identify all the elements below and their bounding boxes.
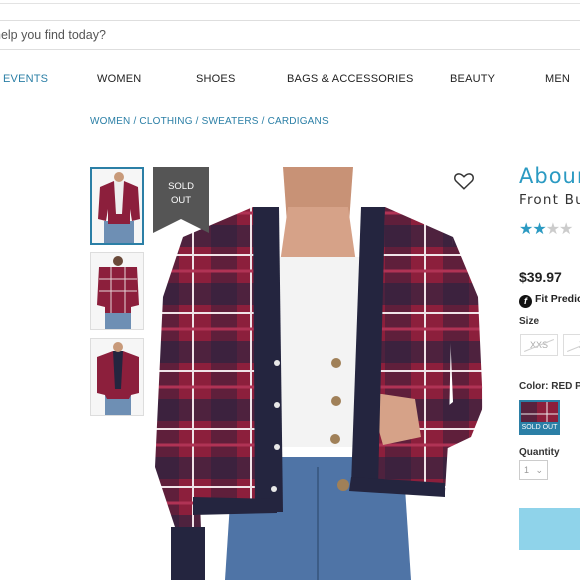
breadcrumb-women[interactable]: WOMEN xyxy=(90,116,130,127)
star-icon: ★ xyxy=(519,221,533,238)
thumbnail-3[interactable] xyxy=(90,338,144,416)
star-icon: ★ xyxy=(532,221,546,238)
thumbnail-image xyxy=(91,339,143,415)
swatch-sold-out-label: SOLD OUT xyxy=(521,422,558,433)
heart-icon xyxy=(454,173,474,190)
sold-out-tag: SOLD OUT xyxy=(153,167,209,233)
breadcrumb-separator: / xyxy=(261,116,265,127)
color-label: Color: RED P xyxy=(519,381,580,392)
nav-item-women[interactable]: WOMEN xyxy=(97,73,141,85)
breadcrumb: WOMEN / CLOTHING / SWEATERS / CARDIGANS xyxy=(90,116,329,127)
thumbnail-1[interactable] xyxy=(90,167,144,245)
star-icon: ★ xyxy=(559,221,573,238)
size-option-xs[interactable]: X xyxy=(563,334,580,356)
fit-predictor-link[interactable]: f Fit Predic xyxy=(519,293,580,308)
breadcrumb-sweaters[interactable]: SWEATERS xyxy=(202,116,259,127)
favorite-heart-icon[interactable] xyxy=(453,170,475,192)
product-price: $39.97 xyxy=(519,269,562,285)
product-title: Abour xyxy=(519,164,580,188)
quantity-label: Quantity xyxy=(519,447,560,458)
breadcrumb-separator: / xyxy=(133,116,137,127)
thumbnail-image xyxy=(92,169,142,243)
nav-item-bags-accessories[interactable]: BAGS & ACCESSORIES xyxy=(287,73,413,85)
quantity-select[interactable]: 1 ⌄ xyxy=(519,460,548,480)
rating-stars[interactable]: ★★★★ xyxy=(519,219,573,239)
nav-item-men[interactable]: MEN xyxy=(545,73,570,85)
size-option-xxs[interactable]: XXS xyxy=(520,334,558,356)
product-page: help you find today? EVENTS WOMEN SHOES … xyxy=(0,0,580,580)
size-label: Size xyxy=(519,316,540,327)
star-icon: ★ xyxy=(545,221,560,238)
add-to-bag-button[interactable] xyxy=(519,508,580,550)
nav-item-events[interactable]: EVENTS xyxy=(3,73,48,85)
sold-out-line1: SOLD xyxy=(168,181,194,192)
breadcrumb-separator: / xyxy=(195,116,199,127)
sold-out-line2: OUT xyxy=(171,195,191,206)
thumbnail-image xyxy=(91,253,143,329)
quantity-value: 1 xyxy=(524,465,530,475)
fit-predictor-icon: f xyxy=(519,295,532,308)
breadcrumb-clothing[interactable]: CLOTHING xyxy=(139,116,192,127)
chevron-down-icon: ⌄ xyxy=(535,465,544,475)
color-swatch-red-plaid[interactable]: SOLD OUT xyxy=(519,400,560,435)
fit-predictor-label: Fit Predic xyxy=(535,293,580,305)
breadcrumb-cardigans[interactable]: CARDIGANS xyxy=(268,116,329,127)
nav-item-beauty[interactable]: BEAUTY xyxy=(450,73,495,85)
top-bar xyxy=(0,0,580,4)
search-placeholder: help you find today? xyxy=(0,28,106,42)
main-nav: EVENTS WOMEN SHOES BAGS & ACCESSORIES BE… xyxy=(0,73,580,89)
nav-item-shoes[interactable]: SHOES xyxy=(196,73,236,85)
search-input[interactable]: help you find today? xyxy=(0,20,580,50)
product-subtitle: Front Bu xyxy=(519,192,580,208)
thumbnail-2[interactable] xyxy=(90,252,144,330)
sold-out-tag-shape: SOLD OUT xyxy=(153,167,209,233)
